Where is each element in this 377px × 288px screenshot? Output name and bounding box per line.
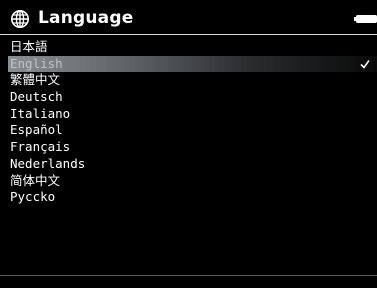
language-item[interactable]: English	[8, 55, 377, 73]
language-label: 简体中文	[10, 172, 61, 188]
language-item[interactable]: Pycckо	[0, 189, 377, 206]
battery-icon	[354, 15, 377, 23]
language-label: English	[10, 55, 63, 71]
language-settings-screen: Language 日本語 English 繁體中文 Deutsch Italiano Es…	[0, 0, 377, 288]
language-label: Deutsch	[10, 89, 63, 105]
language-item[interactable]: Italiano	[0, 106, 377, 123]
language-label: 繁體中文	[10, 72, 61, 88]
language-label: 日本語	[10, 39, 48, 54]
title-bar: Language	[0, 0, 377, 36]
language-label: Pycckо	[10, 189, 56, 205]
language-label: Français	[10, 139, 71, 155]
checkmark-icon	[360, 59, 370, 69]
language-item[interactable]: 日本語	[0, 39, 377, 56]
language-item[interactable]: Nederlands	[0, 156, 377, 173]
bottom-divider	[0, 275, 377, 276]
language-label: Español	[10, 122, 63, 138]
language-item[interactable]: 繁體中文	[0, 72, 377, 89]
title-divider	[0, 34, 377, 35]
globe-icon	[11, 10, 29, 28]
language-item[interactable]: Français	[0, 139, 377, 156]
language-list: 日本語 English 繁體中文 Deutsch Italiano Español Fran…	[0, 39, 377, 206]
language-label: Italiano	[10, 105, 71, 121]
language-label: Nederlands	[10, 155, 86, 171]
language-item[interactable]: Español	[0, 122, 377, 139]
page-title: Language	[38, 8, 134, 28]
language-item[interactable]: 简体中文	[0, 173, 377, 190]
language-item[interactable]: Deutsch	[0, 89, 377, 106]
